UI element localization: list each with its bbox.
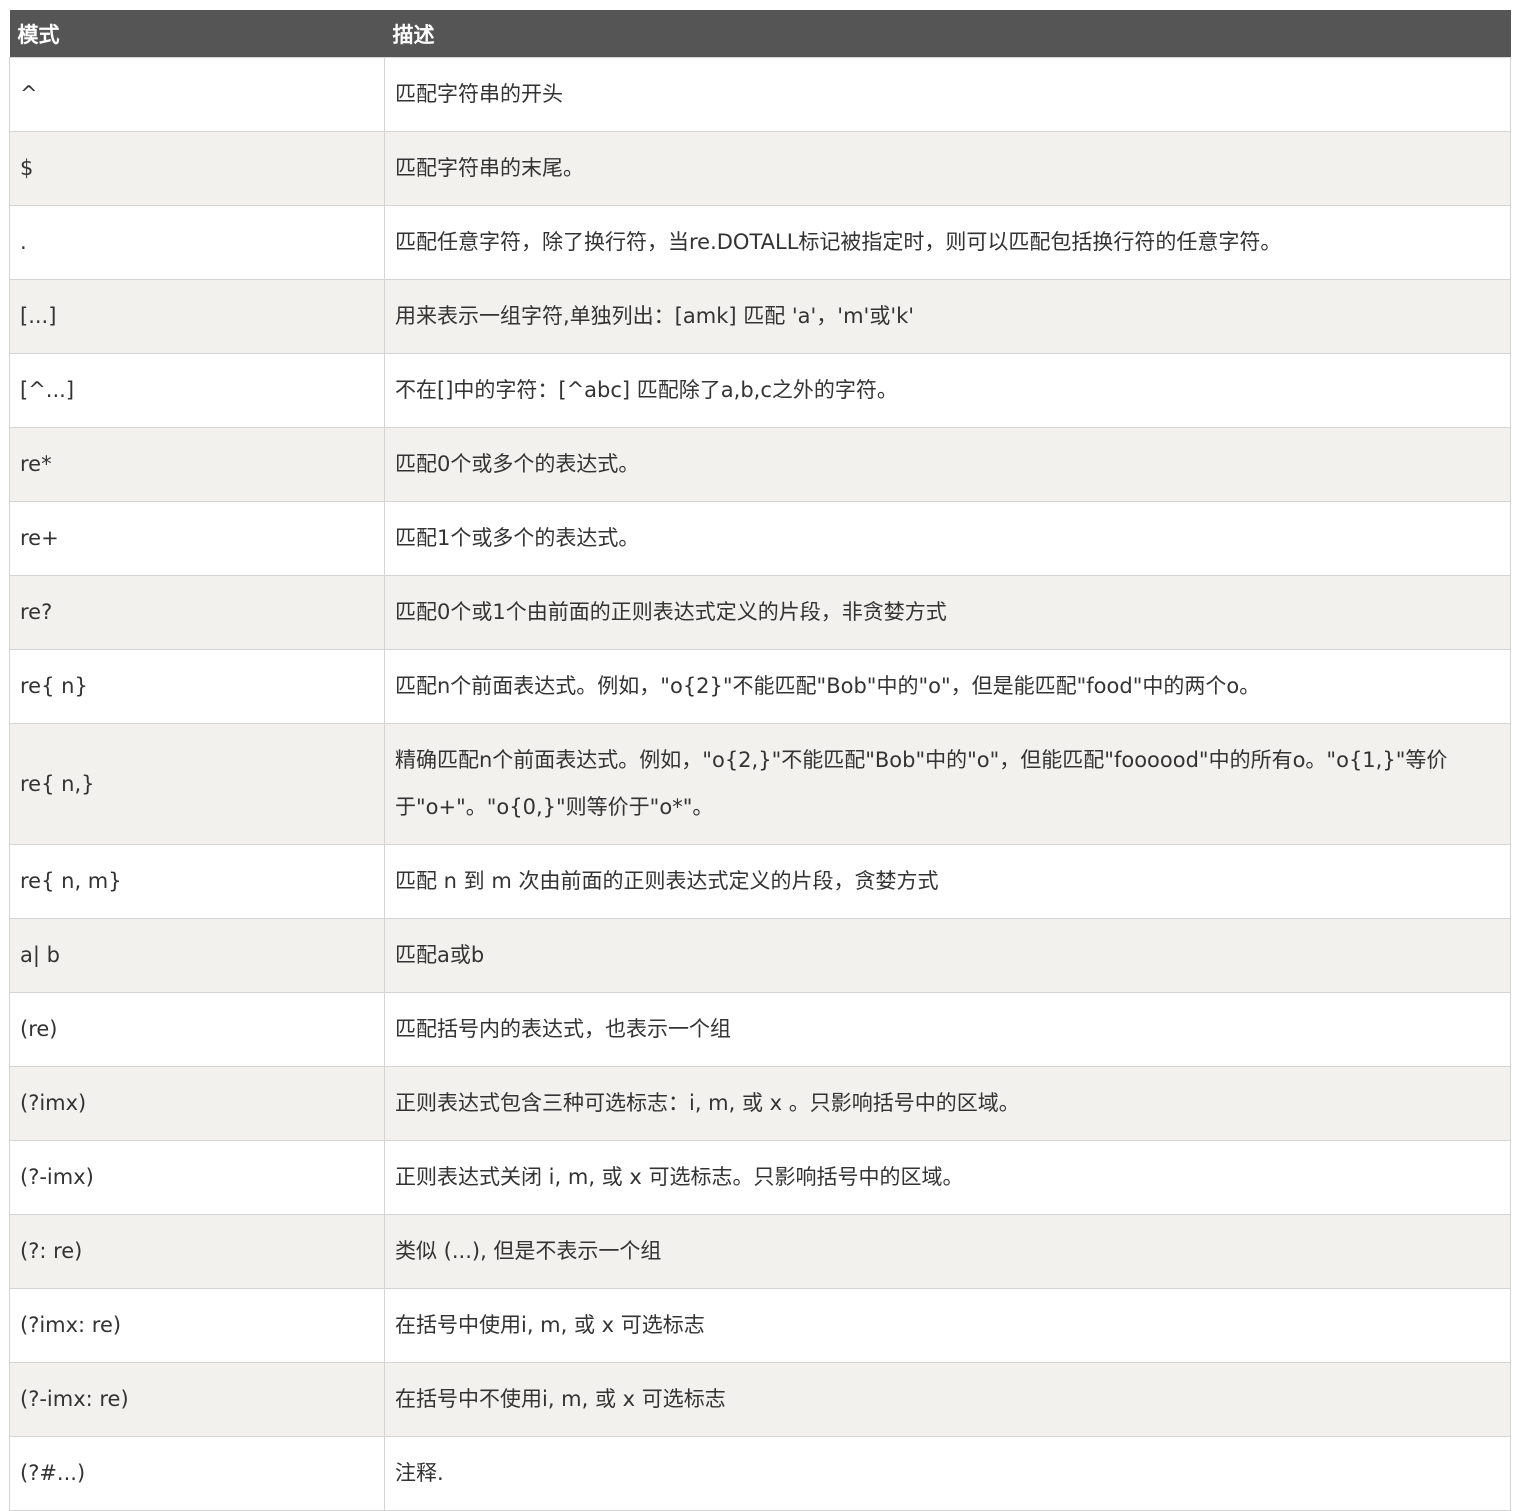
table-row: (?: re) 类似 (...), 但是不表示一个组 [9, 1214, 1511, 1289]
table-row: (?imx) 正则表达式包含三种可选标志：i, m, 或 x 。只影响括号中的区… [9, 1066, 1511, 1141]
pattern-cell: ^ [9, 57, 385, 132]
pattern-cell: re{ n} [9, 649, 385, 724]
pattern-cell: re{ n, m} [9, 844, 385, 919]
table-row: re{ n,} 精确匹配n个前面表达式。例如，"o{2,}"不能匹配"Bob"中… [9, 723, 1511, 845]
regex-pattern-table: 模式 描述 ^ 匹配字符串的开头 $ 匹配字符串的末尾。 . 匹配任意字符，除了… [9, 10, 1511, 1511]
description-cell: 类似 (...), 但是不表示一个组 [384, 1214, 1511, 1289]
table-row: re* 匹配0个或多个的表达式。 [9, 427, 1511, 502]
description-cell: 匹配任意字符，除了换行符，当re.DOTALL标记被指定时，则可以匹配包括换行符… [384, 205, 1511, 280]
pattern-cell: re{ n,} [9, 723, 385, 845]
pattern-cell: (?imx) [9, 1066, 385, 1141]
table-header-row: 模式 描述 [9, 10, 1511, 58]
regex-table-container: 模式 描述 ^ 匹配字符串的开头 $ 匹配字符串的末尾。 . 匹配任意字符，除了… [9, 10, 1511, 1511]
description-cell: 不在[]中的字符：[^abc] 匹配除了a,b,c之外的字符。 [384, 353, 1511, 428]
description-cell: 匹配1个或多个的表达式。 [384, 501, 1511, 576]
table-row: (re) 匹配括号内的表达式，也表示一个组 [9, 992, 1511, 1067]
pattern-cell: (re) [9, 992, 385, 1067]
pattern-cell: re* [9, 427, 385, 502]
description-cell: 匹配括号内的表达式，也表示一个组 [384, 992, 1511, 1067]
table-row: . 匹配任意字符，除了换行符，当re.DOTALL标记被指定时，则可以匹配包括换… [9, 205, 1511, 280]
table-row: [^...] 不在[]中的字符：[^abc] 匹配除了a,b,c之外的字符。 [9, 353, 1511, 428]
header-pattern: 模式 [9, 10, 385, 58]
table-row: (?-imx) 正则表达式关闭 i, m, 或 x 可选标志。只影响括号中的区域… [9, 1140, 1511, 1215]
description-cell: 正则表达式包含三种可选标志：i, m, 或 x 。只影响括号中的区域。 [384, 1066, 1511, 1141]
description-cell: 匹配n个前面表达式。例如，"o{2}"不能匹配"Bob"中的"o"，但是能匹配"… [384, 649, 1511, 724]
description-cell: 匹配a或b [384, 918, 1511, 993]
description-cell: 在括号中不使用i, m, 或 x 可选标志 [384, 1362, 1511, 1437]
table-row: [...] 用来表示一组字符,单独列出：[amk] 匹配 'a'，'m'或'k' [9, 279, 1511, 354]
table-row: re{ n, m} 匹配 n 到 m 次由前面的正则表达式定义的片段，贪婪方式 [9, 844, 1511, 919]
description-cell: 匹配0个或多个的表达式。 [384, 427, 1511, 502]
pattern-cell: (?#...) [9, 1436, 385, 1511]
pattern-cell: a| b [9, 918, 385, 993]
pattern-cell: (?-imx: re) [9, 1362, 385, 1437]
pattern-cell: [...] [9, 279, 385, 354]
description-cell: 匹配 n 到 m 次由前面的正则表达式定义的片段，贪婪方式 [384, 844, 1511, 919]
pattern-cell: re+ [9, 501, 385, 576]
pattern-cell: . [9, 205, 385, 280]
table-row: (?imx: re) 在括号中使用i, m, 或 x 可选标志 [9, 1288, 1511, 1363]
pattern-cell: [^...] [9, 353, 385, 428]
description-cell: 精确匹配n个前面表达式。例如，"o{2,}"不能匹配"Bob"中的"o"，但能匹… [384, 723, 1511, 845]
pattern-cell: (?imx: re) [9, 1288, 385, 1363]
description-cell: 匹配字符串的末尾。 [384, 131, 1511, 206]
pattern-cell: $ [9, 131, 385, 206]
header-description: 描述 [384, 10, 1511, 58]
pattern-cell: (?-imx) [9, 1140, 385, 1215]
table-row: $ 匹配字符串的末尾。 [9, 131, 1511, 206]
table-row: re+ 匹配1个或多个的表达式。 [9, 501, 1511, 576]
description-cell: 在括号中使用i, m, 或 x 可选标志 [384, 1288, 1511, 1363]
description-cell: 用来表示一组字符,单独列出：[amk] 匹配 'a'，'m'或'k' [384, 279, 1511, 354]
pattern-cell: (?: re) [9, 1214, 385, 1289]
table-row: a| b 匹配a或b [9, 918, 1511, 993]
description-cell: 匹配0个或1个由前面的正则表达式定义的片段，非贪婪方式 [384, 575, 1511, 650]
table-row: ^ 匹配字符串的开头 [9, 57, 1511, 132]
description-cell: 注释. [384, 1436, 1511, 1511]
table-row: re{ n} 匹配n个前面表达式。例如，"o{2}"不能匹配"Bob"中的"o"… [9, 649, 1511, 724]
table-row: (?-imx: re) 在括号中不使用i, m, 或 x 可选标志 [9, 1362, 1511, 1437]
table-row: re? 匹配0个或1个由前面的正则表达式定义的片段，非贪婪方式 [9, 575, 1511, 650]
table-row: (?#...) 注释. [9, 1436, 1511, 1511]
description-cell: 匹配字符串的开头 [384, 57, 1511, 132]
description-cell: 正则表达式关闭 i, m, 或 x 可选标志。只影响括号中的区域。 [384, 1140, 1511, 1215]
pattern-cell: re? [9, 575, 385, 650]
